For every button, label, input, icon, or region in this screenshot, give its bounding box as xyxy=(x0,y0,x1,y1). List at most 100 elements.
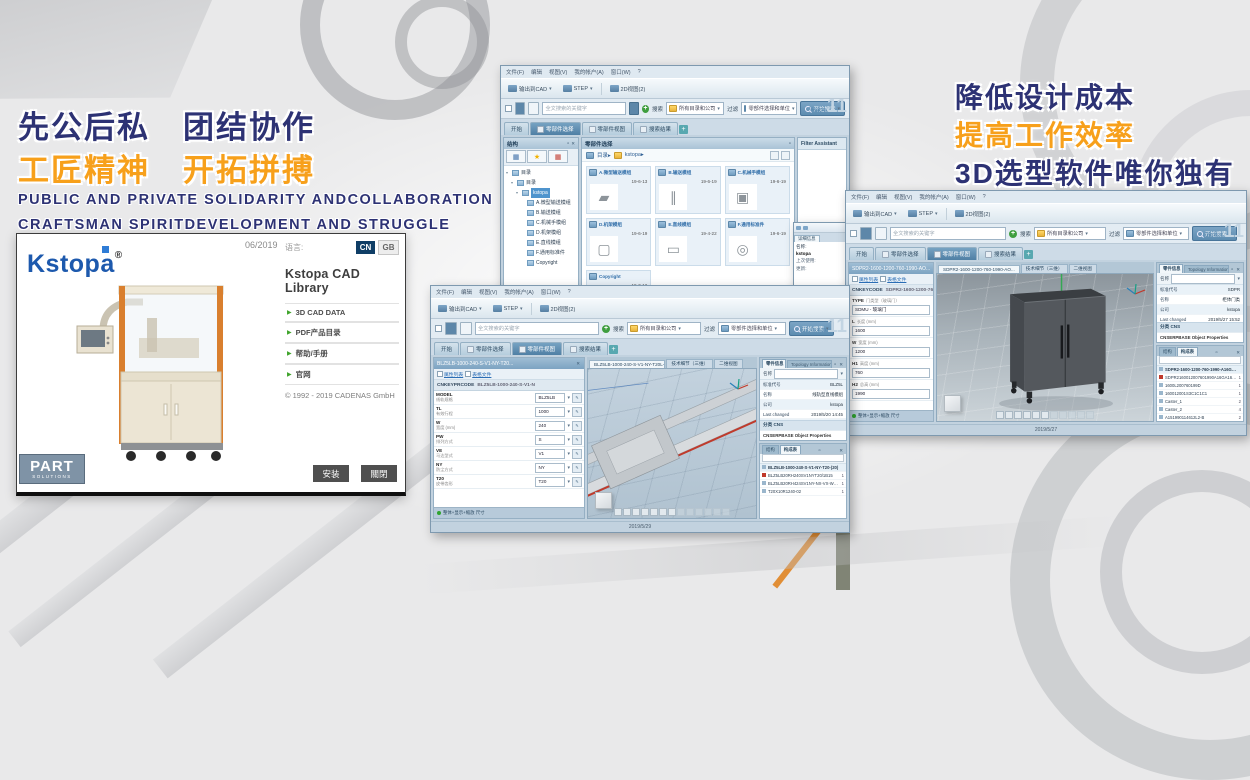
minimize-icon[interactable] xyxy=(567,141,569,147)
3d-viewport[interactable] xyxy=(587,368,757,519)
catalog-scope-dropdown[interactable]: 所有目录和公司 xyxy=(627,322,701,335)
search-mode-button[interactable] xyxy=(445,322,457,335)
cns-properties-label[interactable]: CNSERPBASE Object Properties xyxy=(1157,332,1243,342)
view-preset-icon[interactable] xyxy=(713,508,721,516)
tab-part-selection[interactable]: 零部件选择 xyxy=(875,247,926,260)
checkbox[interactable] xyxy=(850,230,857,237)
tab-part-info[interactable]: 零件信息 xyxy=(762,359,786,368)
select-tool-icon[interactable] xyxy=(614,508,622,516)
menu-item[interactable]: 编辑 xyxy=(876,193,887,201)
parameter-row[interactable]: NY防尘方式 NY ✎ xyxy=(434,461,584,475)
pan-tool-icon[interactable] xyxy=(1005,411,1013,419)
gear-icon[interactable]: ✎ xyxy=(572,463,582,473)
bom-row[interactable]: T20X10R1240-02 1 xyxy=(760,488,846,496)
rotate-tool-icon[interactable] xyxy=(641,508,649,516)
tab-topology-info[interactable]: Topology Information xyxy=(1184,265,1229,273)
bom-filter-input[interactable] xyxy=(1159,356,1241,364)
menu-item[interactable]: 视图(V) xyxy=(549,68,567,76)
pan-tool-icon[interactable] xyxy=(623,508,631,516)
menu-item[interactable]: ? xyxy=(638,69,641,75)
search-history-button[interactable] xyxy=(875,227,887,240)
view-preset-icon[interactable] xyxy=(1050,411,1058,419)
menu-item[interactable]: 视图(V) xyxy=(894,193,912,201)
start-search-button[interactable]: 开始搜索 xyxy=(800,101,845,116)
step-format-button[interactable]: STEP xyxy=(560,84,596,93)
view-preset-icon[interactable] xyxy=(1068,411,1076,419)
2d-view-button[interactable]: 2D视图(2) xyxy=(607,84,649,94)
tree-item[interactable]: F.通用标准件 xyxy=(506,248,576,258)
viewport-tab-2d[interactable]: 二维视图 xyxy=(1069,264,1097,273)
subtab-properties[interactable]: 属性列表 xyxy=(437,371,463,378)
cns-properties-label[interactable]: CNSERPBASE Object Properties xyxy=(760,430,846,440)
search-input[interactable]: 全文搜索的关键字 xyxy=(475,322,599,335)
zoom-tool-icon[interactable] xyxy=(632,508,640,516)
section-tool-icon[interactable] xyxy=(1041,411,1049,419)
catalog-card[interactable]: E.直线模组 19-4-22 ▭ xyxy=(655,218,720,266)
tab-part-view[interactable]: 零部件视图 xyxy=(512,342,563,355)
view-preset-icon[interactable] xyxy=(704,508,712,516)
navigation-cube[interactable] xyxy=(944,395,961,412)
menu-item[interactable]: 窗口(W) xyxy=(541,288,561,296)
view-mode-icon[interactable] xyxy=(770,151,779,160)
bom-row[interactable]: BLZ5LB20RH424SV1NY-NX-VX-WX-VE-NE 1 xyxy=(760,480,846,488)
export-to-cad-button[interactable]: 输出到CAD xyxy=(505,84,555,94)
dialog-menu-item[interactable]: ▶ PDF产品目录 xyxy=(285,322,399,343)
search-history-button[interactable] xyxy=(460,322,472,335)
view-preset-icon[interactable] xyxy=(695,508,703,516)
gear-icon[interactable]: ✎ xyxy=(572,477,582,487)
breadcrumb-root[interactable]: 目录▸ xyxy=(597,151,611,159)
dialog-menu-item[interactable]: ▶ 帮助/手册 xyxy=(285,343,399,364)
configurator-part-header[interactable]: SDPR2-1600-1200-760-1990-AO... xyxy=(849,263,933,274)
parameter-row[interactable]: L长度 (mm) 1600 xyxy=(849,317,933,338)
bom-row[interactable]: 160012001S3C1C1C1 1 xyxy=(1157,390,1243,398)
parameter-row[interactable]: H1高度 (mm) 760 xyxy=(849,359,933,380)
bom-row[interactable]: 1600L200760199D 1 xyxy=(1157,382,1243,390)
parameter-row[interactable]: VE马达型式 V1 ✎ xyxy=(434,447,584,461)
close-icon[interactable] xyxy=(932,266,933,272)
info-search-dropdown[interactable] xyxy=(1171,274,1235,284)
gear-icon[interactable]: ✎ xyxy=(572,449,582,459)
gear-icon[interactable]: ✎ xyxy=(572,393,582,403)
bom-row[interactable]: SDPR2-1600-1200-760-1990-A16GA16G1A16G1 xyxy=(1157,366,1243,374)
start-search-button[interactable]: 开始搜索 xyxy=(1192,226,1237,241)
view-preset-icon[interactable] xyxy=(1077,411,1085,419)
tree-item[interactable]: A.微型输送模组 xyxy=(506,198,576,208)
gear-icon[interactable]: ✎ xyxy=(572,421,582,431)
bom-row[interactable]: A151990114612L2-B 2 xyxy=(1157,414,1243,421)
menu-item[interactable]: 我的帐户(A) xyxy=(574,68,603,76)
tab-bom[interactable]: 构成表 xyxy=(1177,347,1198,356)
tree-item-selected[interactable]: ▾kstopa xyxy=(506,188,576,198)
parameter-row[interactable]: MODEL线轨规格 BLZ5LB ✎ xyxy=(434,391,584,405)
checkbox[interactable] xyxy=(435,325,442,332)
tab-start[interactable]: 开始 xyxy=(504,122,529,135)
parameter-row[interactable]: TL有效行程 1000 ✎ xyxy=(434,405,584,419)
step-format-button[interactable]: STEP xyxy=(905,209,941,218)
3d-viewport[interactable] xyxy=(936,273,1154,422)
subtab-properties[interactable]: 属性列表 xyxy=(852,276,878,283)
export-to-cad-button[interactable]: 输出到CAD xyxy=(850,209,900,219)
menu-item[interactable]: ? xyxy=(568,289,571,295)
viewport-tab-3d-detail[interactable]: 技术细节（三维） xyxy=(1021,264,1068,273)
viewport-tab-model[interactable]: SDPR2-1600-1200-760-1990-AO... xyxy=(938,265,1020,273)
catalog-scope-dropdown[interactable]: 所有目录和公司 xyxy=(1034,227,1106,240)
breadcrumb-kstopa[interactable]: kstopa▸ xyxy=(625,152,644,158)
catalog-card[interactable]: A.微型输送模组 19-6-13 ▰ xyxy=(586,166,651,214)
filter-dropdown[interactable]: 零部件选择和单位 xyxy=(741,102,797,115)
navigation-cube[interactable] xyxy=(595,492,612,509)
viewport-tab-2d[interactable]: 二维视图 xyxy=(714,359,742,368)
bom-row[interactable]: Caster_2 4 xyxy=(1157,406,1243,414)
language-gb-button[interactable]: GB xyxy=(378,240,399,255)
parameter-row[interactable]: W宽度 (mm) 1200 xyxy=(849,338,933,359)
filter-dropdown[interactable]: 零部件选择和单位 xyxy=(718,322,786,335)
bom-row[interactable]: BLZ5LB20RH240SV1NYT20/1B15 1 xyxy=(760,472,846,480)
tree-item[interactable]: C.机械手模组 xyxy=(506,218,576,228)
tab-search-results[interactable]: 搜索结果 xyxy=(633,122,678,135)
info-search-dropdown[interactable] xyxy=(774,369,838,379)
tab-part-info[interactable]: 零件信息 xyxy=(1159,264,1183,273)
close-icon[interactable] xyxy=(571,141,575,147)
measure-tool-icon[interactable] xyxy=(650,508,658,516)
info-tab[interactable]: 详细信息 xyxy=(794,233,848,242)
close-icon[interactable] xyxy=(575,361,581,367)
measure-tool-icon[interactable] xyxy=(1032,411,1040,419)
catalog-card[interactable]: C.机械手模组 19-6-19 ▣ xyxy=(725,166,790,214)
